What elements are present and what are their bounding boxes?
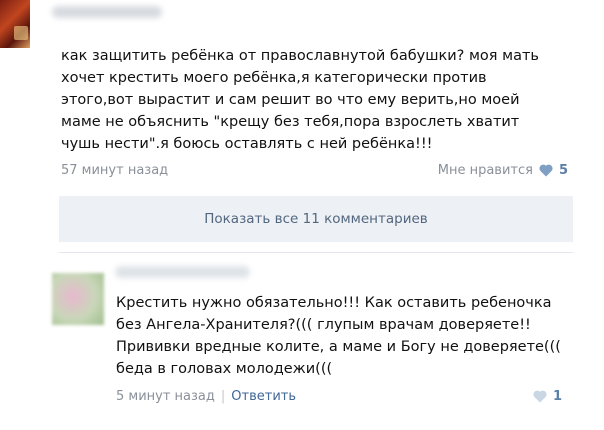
post-author-name-blurred[interactable] xyxy=(52,6,162,18)
post-like-label: Мне нравится xyxy=(437,163,533,178)
comment-author-name-blurred[interactable] xyxy=(115,266,250,278)
comment-meta: 5 минут назад | Ответить xyxy=(116,389,296,404)
post-text: как защитить ребёнка от православнутой б… xyxy=(61,48,539,152)
post-like-button[interactable]: Мне нравится 5 xyxy=(438,163,568,178)
post-like-count: 5 xyxy=(558,163,568,178)
post-timestamp[interactable]: 57 минут назад xyxy=(61,163,168,178)
reply-button[interactable]: Ответить xyxy=(231,389,296,404)
heart-icon xyxy=(533,390,547,403)
comment-meta-separator: | xyxy=(220,389,226,404)
comment-like-button[interactable]: 1 xyxy=(533,389,562,404)
divider xyxy=(59,252,573,253)
show-all-comments-button[interactable]: Показать все 11 комментариев xyxy=(59,196,573,242)
post-author-avatar[interactable] xyxy=(0,0,30,48)
heart-icon xyxy=(539,164,553,177)
comment-timestamp[interactable]: 5 минут назад xyxy=(116,389,215,404)
show-all-comments-label: Показать все 11 комментариев xyxy=(204,211,428,227)
comment-text: Крестить нужно обязательно!!! Как остави… xyxy=(116,295,561,377)
comment-like-count: 1 xyxy=(552,389,562,404)
comment-author-avatar[interactable] xyxy=(52,273,104,325)
